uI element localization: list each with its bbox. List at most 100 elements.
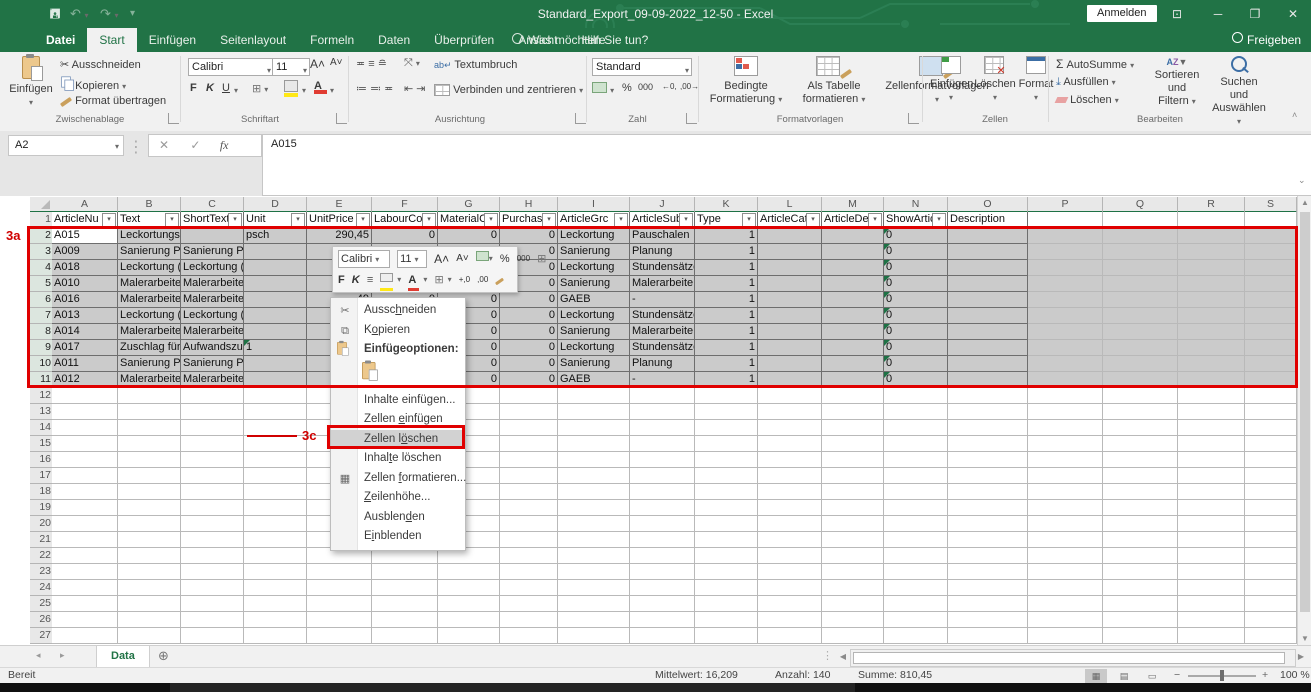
cell[interactable] <box>181 580 244 596</box>
filter-dropdown-icon[interactable]: ▾ <box>614 213 628 227</box>
orientation-icon[interactable]: ⤧ ▾ <box>404 57 420 70</box>
cell[interactable] <box>884 548 948 564</box>
cell[interactable] <box>438 564 500 580</box>
cell[interactable] <box>1178 596 1245 612</box>
cell[interactable] <box>948 580 1028 596</box>
cell[interactable] <box>1028 388 1103 404</box>
cell[interactable] <box>181 404 244 420</box>
cell[interactable] <box>1103 404 1178 420</box>
cell[interactable] <box>695 612 758 628</box>
cell[interactable] <box>630 628 695 644</box>
filter-dropdown-icon[interactable]: ▾ <box>422 213 436 227</box>
cell[interactable] <box>558 596 630 612</box>
cell[interactable] <box>1178 404 1245 420</box>
cell[interactable] <box>695 532 758 548</box>
cell[interactable] <box>822 388 884 404</box>
cell[interactable] <box>630 500 695 516</box>
column-header-E[interactable]: E <box>307 197 372 213</box>
cell[interactable] <box>822 612 884 628</box>
sheet-tab-data[interactable]: Data <box>96 646 150 669</box>
cell[interactable] <box>630 404 695 420</box>
column-header-H[interactable]: H <box>500 197 558 213</box>
cell[interactable] <box>118 580 181 596</box>
cell[interactable] <box>630 596 695 612</box>
cell[interactable] <box>244 628 307 644</box>
select-all-corner[interactable] <box>30 197 53 213</box>
cell[interactable] <box>372 564 438 580</box>
cell[interactable] <box>52 452 118 468</box>
cell[interactable] <box>1245 436 1297 452</box>
cell[interactable] <box>500 548 558 564</box>
zoom-in-icon[interactable]: + <box>1262 669 1268 681</box>
cell[interactable] <box>630 548 695 564</box>
horizontal-scrollbar[interactable]: ◀ ▶ <box>836 649 1308 665</box>
ribbon-tab-daten[interactable]: Daten <box>366 28 422 52</box>
cell[interactable] <box>1103 628 1178 644</box>
cell[interactable] <box>558 628 630 644</box>
font-family-combo[interactable]: Calibri▾ <box>188 58 274 76</box>
cell[interactable] <box>1103 516 1178 532</box>
cell[interactable] <box>244 548 307 564</box>
cell[interactable] <box>558 404 630 420</box>
cell[interactable] <box>52 420 118 436</box>
cell[interactable] <box>1245 596 1297 612</box>
cell[interactable] <box>758 404 822 420</box>
cell[interactable] <box>695 452 758 468</box>
cell[interactable] <box>181 532 244 548</box>
cell[interactable] <box>1103 388 1178 404</box>
cell[interactable] <box>948 452 1028 468</box>
cell[interactable] <box>181 500 244 516</box>
cell[interactable] <box>695 596 758 612</box>
cell[interactable] <box>630 420 695 436</box>
copy-button[interactable]: Kopieren ▾ <box>60 75 126 95</box>
cell[interactable] <box>52 500 118 516</box>
cell[interactable] <box>1178 548 1245 564</box>
zoom-out-icon[interactable]: − <box>1174 669 1180 681</box>
cell[interactable] <box>758 436 822 452</box>
cell[interactable] <box>630 484 695 500</box>
cell[interactable] <box>1178 628 1245 644</box>
indent-icons[interactable]: ⇤ ⇥ <box>404 82 426 95</box>
cell[interactable] <box>244 596 307 612</box>
cell[interactable] <box>758 516 822 532</box>
cell[interactable] <box>630 564 695 580</box>
decrease-decimal-icon[interactable]: ,00→ <box>680 82 699 91</box>
cell[interactable] <box>244 484 307 500</box>
cell[interactable] <box>884 516 948 532</box>
cell[interactable] <box>758 532 822 548</box>
cell[interactable] <box>118 596 181 612</box>
cell[interactable] <box>118 420 181 436</box>
cell[interactable] <box>244 436 307 452</box>
cell[interactable] <box>948 628 1028 644</box>
cell[interactable] <box>1245 564 1297 580</box>
cell[interactable] <box>1178 532 1245 548</box>
cell[interactable] <box>948 516 1028 532</box>
cell[interactable] <box>118 388 181 404</box>
cell[interactable] <box>52 628 118 644</box>
column-header-J[interactable]: J <box>630 197 695 213</box>
cell[interactable] <box>948 468 1028 484</box>
cell[interactable] <box>948 404 1028 420</box>
currency-format-icon[interactable]: ▾ <box>592 82 614 96</box>
bold-button[interactable]: F <box>190 82 197 94</box>
cell[interactable] <box>500 484 558 500</box>
cell[interactable] <box>1103 468 1178 484</box>
column-header-C[interactable]: C <box>181 197 244 213</box>
cell[interactable] <box>948 436 1028 452</box>
cell[interactable] <box>1245 420 1297 436</box>
cell[interactable] <box>758 628 822 644</box>
menu-item-inhalte-löschen[interactable]: Inhalte löschen <box>331 449 465 469</box>
cell[interactable] <box>758 500 822 516</box>
cell[interactable] <box>1028 596 1103 612</box>
cell[interactable] <box>630 468 695 484</box>
cut-button[interactable]: ✂ Ausschneiden <box>60 57 141 73</box>
cell[interactable] <box>558 548 630 564</box>
alignment-dialog-launcher[interactable] <box>575 113 586 124</box>
cell[interactable] <box>118 548 181 564</box>
cell[interactable] <box>695 388 758 404</box>
cell[interactable] <box>1245 484 1297 500</box>
zoom-slider-thumb[interactable] <box>1220 670 1224 681</box>
cell[interactable] <box>630 580 695 596</box>
cell[interactable] <box>52 596 118 612</box>
cell[interactable] <box>500 628 558 644</box>
